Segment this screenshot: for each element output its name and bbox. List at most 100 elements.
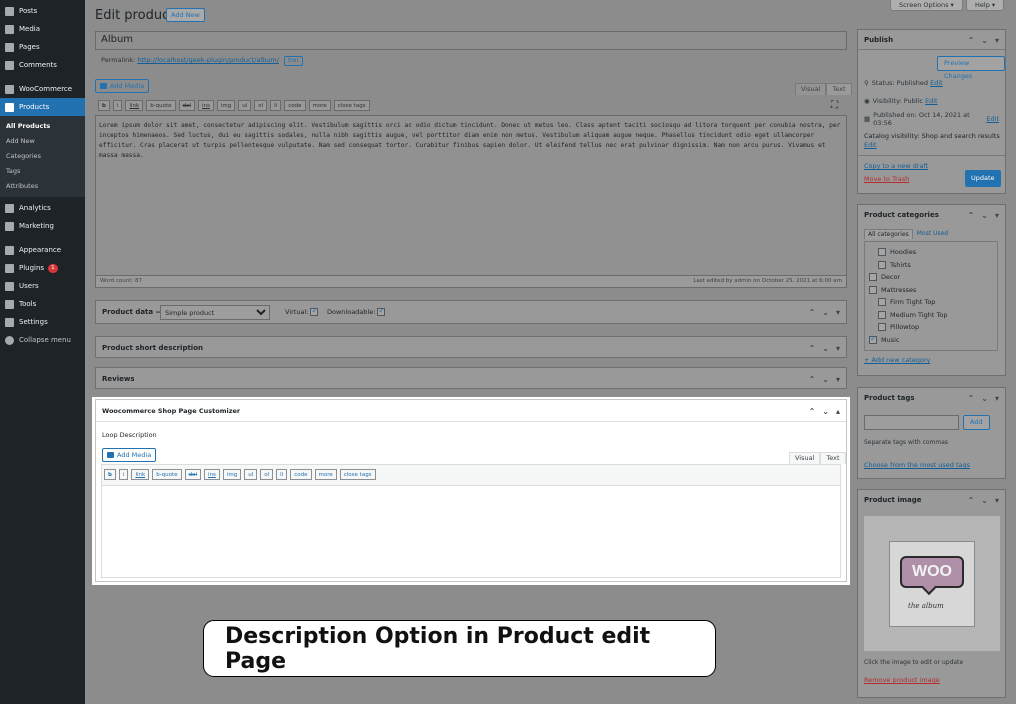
menu-appearance[interactable]: Appearance (0, 241, 85, 259)
menu-users[interactable]: Users (0, 277, 85, 295)
fullscreen-icon[interactable]: ⛶ (831, 100, 838, 111)
toggle-icon[interactable]: ▾ (995, 496, 999, 505)
quicktag-b-quote-button[interactable]: b-quote (152, 469, 182, 480)
category-item[interactable]: Tshirts (869, 259, 993, 272)
quicktag-more-button[interactable]: more (314, 469, 337, 480)
category-checkbox[interactable] (878, 310, 886, 319)
toggle-icon[interactable]: ▾ (995, 36, 999, 45)
quicktag-close-tags-button[interactable]: close tags (333, 100, 370, 111)
quicktag-ol-button[interactable]: ol (260, 469, 274, 480)
quicktag-del-button[interactable]: del (184, 469, 201, 480)
menu-collapse[interactable]: Collapse menu (0, 331, 85, 349)
tab-most-used[interactable]: Most Used (913, 229, 952, 239)
quicktag-li-button[interactable]: li (270, 100, 282, 111)
move-down-icon[interactable]: ⌄ (822, 308, 829, 317)
submenu-categories[interactable]: Categories (0, 149, 85, 164)
move-down-icon[interactable]: ⌄ (981, 36, 988, 45)
move-up-icon[interactable]: ⌃ (809, 375, 816, 384)
loop-tab-text[interactable]: Text (820, 452, 846, 464)
menu-analytics[interactable]: Analytics (0, 199, 85, 217)
quicktag-ul-button[interactable]: ul (238, 100, 252, 111)
move-down-icon[interactable]: ⌄ (981, 496, 988, 505)
short-description-header[interactable]: Product short description ⌃ ⌄ ▾ (96, 337, 846, 359)
move-down-icon[interactable]: ⌄ (981, 211, 988, 220)
category-item[interactable]: Firm Tight Top (869, 296, 993, 309)
tab-visual[interactable]: Visual (795, 83, 827, 95)
quicktag-i-button[interactable]: i (118, 469, 129, 480)
loop-add-media-button[interactable]: Add Media (102, 448, 157, 462)
add-media-button[interactable]: Add Media (95, 79, 150, 93)
quicktag-ins-button[interactable]: ins (197, 100, 214, 111)
copy-draft-link[interactable]: Copy to a new draft (864, 162, 928, 170)
move-up-icon[interactable]: ⌃ (809, 407, 816, 416)
category-item[interactable]: Medium Tight Top (869, 309, 993, 322)
editor-content[interactable]: Lorem ipsum dolor sit amet, consectetur … (95, 115, 847, 276)
submenu-all-products[interactable]: All Products (0, 119, 85, 134)
move-up-icon[interactable]: ⌃ (968, 496, 975, 505)
menu-products[interactable]: Products (0, 98, 85, 116)
quicktag-b-quote-button[interactable]: b-quote (146, 100, 176, 111)
category-item[interactable]: Decor (869, 271, 993, 284)
category-item[interactable]: Music (869, 334, 993, 347)
move-down-icon[interactable]: ⌄ (981, 394, 988, 403)
menu-woocommerce[interactable]: WooCommerce (0, 80, 85, 98)
help-button[interactable]: Help ▾ (966, 0, 1005, 11)
category-checkbox[interactable] (869, 285, 877, 294)
quicktag-close-tags-button[interactable]: close tags (339, 469, 376, 480)
menu-comments[interactable]: Comments (0, 56, 85, 74)
category-checkbox[interactable] (869, 273, 877, 282)
add-new-category-link[interactable]: + Add new category (864, 356, 930, 364)
catalog-edit-link[interactable]: Edit (864, 141, 877, 149)
loop-description-textarea[interactable] (101, 485, 841, 578)
move-up-icon[interactable]: ⌃ (809, 344, 816, 353)
toggle-icon[interactable]: ▾ (836, 375, 840, 384)
category-checkbox[interactable] (878, 323, 886, 332)
permalink-link[interactable]: http://localhost/geek-plugin/product/alb… (137, 56, 279, 64)
quicktag-link-button[interactable]: link (125, 100, 144, 111)
category-item[interactable]: Pillowtop (869, 321, 993, 334)
quicktag-ol-button[interactable]: ol (254, 100, 268, 111)
quicktag-link-button[interactable]: link (131, 469, 150, 480)
preview-changes-button[interactable]: Preview Changes (937, 56, 1005, 80)
move-to-trash-link[interactable]: Move to Trash (864, 175, 909, 183)
downloadable-checkbox[interactable] (377, 306, 386, 316)
category-checkbox[interactable] (878, 260, 886, 269)
menu-pages[interactable]: Pages (0, 38, 85, 56)
quicktag-b-button[interactable]: b (104, 469, 116, 480)
loop-tab-visual[interactable]: Visual (789, 452, 821, 464)
toggle-icon[interactable]: ▾ (836, 344, 840, 353)
product-title-input[interactable]: Album (95, 31, 847, 50)
quicktag-more-button[interactable]: more (308, 100, 331, 111)
tag-input[interactable] (864, 415, 959, 430)
move-down-icon[interactable]: ⌄ (822, 407, 829, 416)
quicktag-img-button[interactable]: img (222, 469, 242, 480)
permalink-edit-button[interactable]: Edit (283, 56, 303, 66)
status-edit-link[interactable]: Edit (930, 79, 943, 87)
toggle-icon[interactable]: ▾ (995, 211, 999, 220)
toggle-icon[interactable]: ▾ (995, 394, 999, 403)
category-item[interactable]: Hoodies (869, 246, 993, 259)
categories-header[interactable]: Product categories ⌃ ⌄ ▾ (858, 205, 1005, 225)
add-new-button[interactable]: Add New (166, 8, 205, 22)
submenu-attributes[interactable]: Attributes (0, 179, 85, 194)
quicktag-i-button[interactable]: i (112, 100, 123, 111)
move-up-icon[interactable]: ⌃ (968, 36, 975, 45)
submenu-tags[interactable]: Tags (0, 164, 85, 179)
move-down-icon[interactable]: ⌄ (822, 375, 829, 384)
category-checkbox[interactable] (869, 334, 877, 344)
add-tag-button[interactable]: Add (963, 415, 990, 430)
screen-options-button[interactable]: Screen Options ▾ (890, 0, 963, 11)
quicktag-img-button[interactable]: img (216, 100, 236, 111)
category-item[interactable]: Mattresses (869, 284, 993, 297)
quicktag-code-button[interactable]: code (284, 100, 306, 111)
quicktag-code-button[interactable]: code (290, 469, 312, 480)
reviews-header[interactable]: Reviews ⌃ ⌄ ▾ (96, 368, 846, 390)
quicktag-del-button[interactable]: del (178, 100, 195, 111)
move-up-icon[interactable]: ⌃ (809, 308, 816, 317)
virtual-checkbox[interactable] (310, 306, 319, 316)
submenu-add-new[interactable]: Add New (0, 134, 85, 149)
product-image-header[interactable]: Product image ⌃ ⌄ ▾ (858, 490, 1005, 510)
move-down-icon[interactable]: ⌄ (822, 344, 829, 353)
quicktag-ins-button[interactable]: ins (203, 469, 220, 480)
menu-settings[interactable]: Settings (0, 313, 85, 331)
